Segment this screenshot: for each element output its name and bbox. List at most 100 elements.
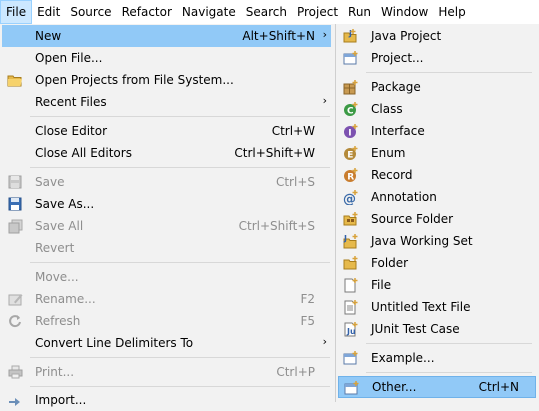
accelerator: Ctrl+N [478,380,519,394]
new-submenu: J Java Project Project... Package C Clas… [335,24,539,402]
submenu-item-junit-test-case[interactable]: Ju JUnit Test Case [338,318,536,340]
svg-text:Ju: Ju [346,327,356,336]
menu-window[interactable]: Window [376,0,433,24]
menu-navigate[interactable]: Navigate [177,0,241,24]
menu-item-label: Java Working Set [371,234,473,248]
import-icon [7,392,23,408]
menu-item-rename[interactable]: Rename... F2 [2,288,331,310]
svg-text:C: C [347,107,354,117]
enum-icon: E [343,145,359,161]
folder-icon [7,72,23,88]
junit-icon: Ju [343,321,359,337]
menu-item-label: Other... [372,380,417,394]
menu-run[interactable]: Run [343,0,376,24]
refresh-icon [7,313,23,329]
submenu-item-interface[interactable]: I Interface [338,120,536,142]
menu-item-label: Revert [35,241,75,255]
menu-item-label: Class [371,102,403,116]
menu-item-convert-line-delimiters[interactable]: Convert Line Delimiters To › [2,332,331,354]
menu-edit[interactable]: Edit [32,0,65,24]
menu-item-label: Save All [35,219,84,233]
menu-separator [366,343,532,344]
menu-item-import[interactable]: Import... [2,389,331,411]
svg-text:J: J [343,234,347,243]
project-icon [343,50,359,66]
menu-item-close-editor[interactable]: Close Editor Ctrl+W [2,120,331,142]
menu-item-label: Untitled Text File [371,300,471,314]
menu-item-close-all-editors[interactable]: Close All Editors Ctrl+Shift+W [2,142,331,164]
submenu-item-folder[interactable]: Folder [338,252,536,274]
menu-item-refresh[interactable]: Refresh F5 [2,310,331,332]
submenu-arrow-icon: › [322,94,327,107]
menu-item-revert[interactable]: Revert [2,237,331,259]
menu-item-label: Rename... [35,292,96,306]
menu-item-label: Package [371,80,421,94]
menu-item-label: Close Editor [35,124,108,138]
menu-separator [366,72,532,73]
submenu-item-class[interactable]: C Class [338,98,536,120]
submenu-item-java-project[interactable]: J Java Project [338,25,536,47]
save-icon [7,174,23,190]
menu-item-label: Refresh [35,314,81,328]
menu-item-label: Annotation [371,190,437,204]
menu-bar: File Edit Source Refactor Navigate Searc… [0,0,539,24]
menu-item-label: Java Project [371,29,442,43]
rename-icon [7,291,23,307]
menu-item-save-as[interactable]: Save As... [2,193,331,215]
submenu-item-record[interactable]: R Record [338,164,536,186]
menu-item-label: Open Projects from File System... [35,73,234,87]
file-menu: New Alt+Shift+N › Open File... Open Proj… [0,24,336,407]
menu-item-label: Open File... [35,51,103,65]
menu-item-move[interactable]: Move... [2,266,331,288]
menu-project[interactable]: Project [292,0,343,24]
menu-item-label: Recent Files [35,95,107,109]
submenu-item-source-folder[interactable]: Source Folder [338,208,536,230]
accelerator: Ctrl+W [271,124,315,138]
menu-item-label: Project... [371,51,424,65]
submenu-item-untitled-text-file[interactable]: Untitled Text File [338,296,536,318]
submenu-item-java-working-set[interactable]: J Java Working Set [338,230,536,252]
accelerator: F2 [300,292,315,306]
menu-item-recent-files[interactable]: Recent Files › [2,91,331,113]
package-icon [343,79,359,95]
menu-item-save-all[interactable]: Save All Ctrl+Shift+S [2,215,331,237]
save-all-icon [7,218,23,234]
menu-item-label: Save As... [35,197,95,211]
menu-separator [30,386,330,387]
submenu-item-annotation[interactable]: @ Annotation [338,186,536,208]
submenu-item-other[interactable]: Other... Ctrl+N [338,376,536,398]
menu-item-save[interactable]: Save Ctrl+S [2,171,331,193]
interface-icon: I [343,123,359,139]
submenu-arrow-icon: › [322,28,327,41]
example-icon [343,350,359,366]
submenu-item-enum[interactable]: E Enum [338,142,536,164]
menu-item-label: Print... [35,365,75,379]
menu-separator [30,357,330,358]
menu-item-label: Folder [371,256,409,270]
menu-source[interactable]: Source [65,0,116,24]
menu-item-label: Interface [371,124,425,138]
svg-text:J: J [348,29,352,38]
menu-item-label: Source Folder [371,212,454,226]
submenu-item-project[interactable]: Project... [338,47,536,69]
submenu-item-package[interactable]: Package [338,76,536,98]
save-as-icon [7,196,23,212]
record-icon: R [343,167,359,183]
menu-item-print[interactable]: Print... Ctrl+P [2,361,331,383]
menu-help[interactable]: Help [433,0,470,24]
annotation-icon: @ [343,189,359,205]
menu-refactor[interactable]: Refactor [117,0,177,24]
working-set-icon: J [343,233,359,249]
svg-text:I: I [348,129,351,139]
folder-icon [343,255,359,271]
menu-search[interactable]: Search [241,0,292,24]
svg-text:R: R [347,173,354,183]
svg-text:@: @ [343,192,356,205]
menu-item-new[interactable]: New Alt+Shift+N › [2,25,331,47]
submenu-arrow-icon: › [322,335,327,348]
submenu-item-file[interactable]: File [338,274,536,296]
menu-item-open-file[interactable]: Open File... [2,47,331,69]
menu-file[interactable]: File [0,0,33,24]
menu-item-open-projects[interactable]: Open Projects from File System... [2,69,331,91]
submenu-item-example[interactable]: Example... [338,347,536,369]
